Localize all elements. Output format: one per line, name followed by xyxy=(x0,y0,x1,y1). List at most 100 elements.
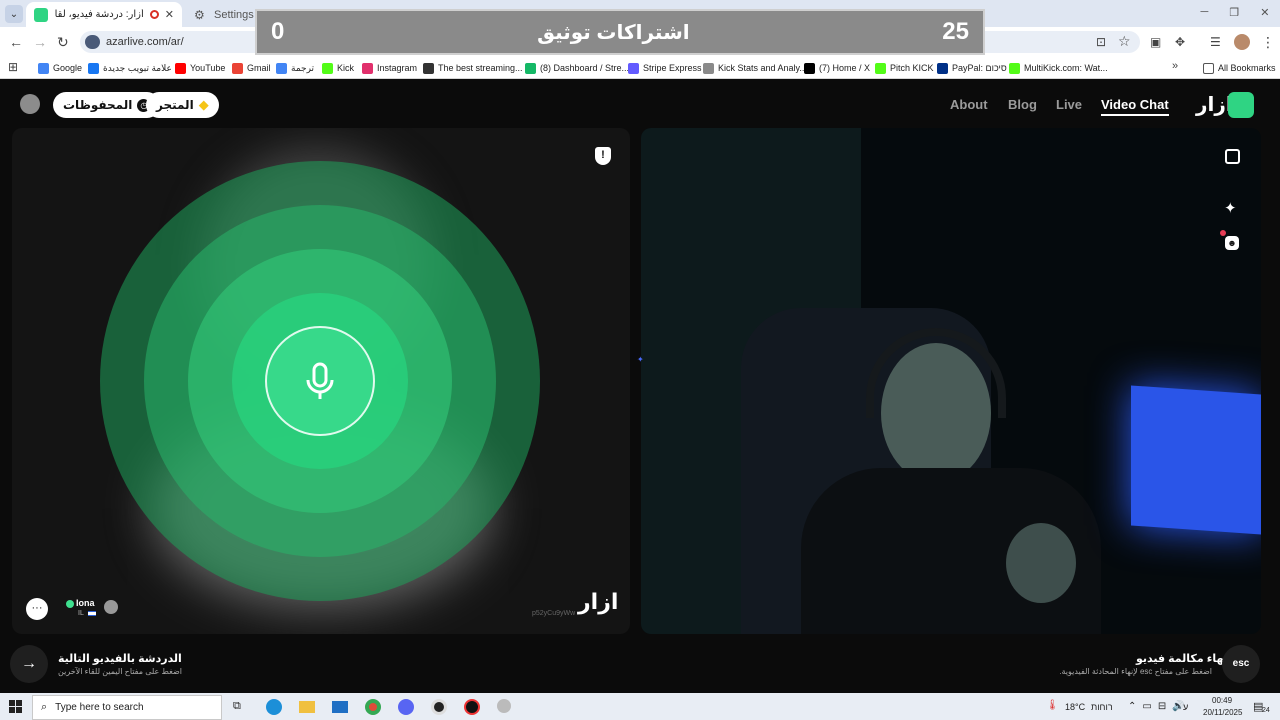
bookmark-item[interactable]: YouTube xyxy=(175,60,225,76)
azar-watermark: ازار xyxy=(578,589,619,614)
file-explorer-icon[interactable] xyxy=(299,701,315,713)
clock-time[interactable]: 00:49 xyxy=(1212,696,1232,705)
bookmark-item[interactable]: Kick Stats and Analy... xyxy=(703,60,807,76)
folder-icon xyxy=(1203,62,1214,74)
bookmark-item[interactable]: Instagram xyxy=(362,60,417,76)
next-chat-button[interactable]: → xyxy=(10,645,48,683)
app-icon[interactable] xyxy=(464,699,480,715)
extension-icon[interactable]: ▣ xyxy=(1150,35,1161,49)
person-hand xyxy=(1006,523,1076,603)
nav-about[interactable]: About xyxy=(950,97,988,112)
bookmark-favicon-icon xyxy=(423,62,434,74)
bookmark-label: YouTube xyxy=(190,63,226,73)
app-icon-2[interactable] xyxy=(497,699,511,713)
bookmark-favicon-icon xyxy=(875,62,886,74)
close-tab-icon[interactable]: ✕ xyxy=(165,8,174,21)
remote-code: p52yCu9yWw xyxy=(532,610,576,617)
sticker-face-icon[interactable]: ☻ xyxy=(1225,236,1239,250)
weather-icon: 🌡 xyxy=(1046,700,1059,711)
tab-azar[interactable]: أزار: دردشة فيديو، لقاء الأصدقاء ✕ xyxy=(26,2,182,27)
bookmark-favicon-icon xyxy=(628,62,639,74)
esc-button[interactable]: esc xyxy=(1222,645,1260,683)
bookmark-item[interactable]: MultiKick.com: Wat... xyxy=(1009,60,1108,76)
end-call-subtitle: اضغط على مفتاح esc لإنهاء المحادثة الفيد… xyxy=(1059,667,1212,676)
bookmark-item[interactable]: (7) Home / X xyxy=(804,60,870,76)
bookmark-label: Stripe Express xyxy=(643,63,702,73)
all-bookmarks-button[interactable]: All Bookmarks xyxy=(1203,60,1276,76)
exit-fullscreen-icon[interactable] xyxy=(1225,149,1240,164)
end-call-title: إنهاء مكالمة فيديو xyxy=(1136,653,1232,665)
bookmark-label: Google xyxy=(53,63,83,73)
azar-logo-icon[interactable] xyxy=(1228,92,1254,118)
bookmark-label: Pitch KICK xyxy=(890,63,934,73)
bookmark-item[interactable]: The best streaming... xyxy=(423,60,523,76)
edge-icon[interactable] xyxy=(266,699,282,715)
bookmark-favicon-icon xyxy=(38,62,49,74)
nav-blog[interactable]: Blog xyxy=(1008,97,1037,112)
minimize-icon[interactable]: ─ xyxy=(1201,6,1209,19)
bookmark-favicon-icon xyxy=(88,62,99,74)
tab-title: أزار: دردشة فيديو، لقاء الأصدقاء xyxy=(54,9,144,20)
bookmark-label: Kick Stats and Analy... xyxy=(718,63,807,73)
nav-live[interactable]: Live xyxy=(1056,97,1082,112)
obs-icon[interactable] xyxy=(431,699,447,715)
profile-avatar[interactable] xyxy=(1234,34,1250,50)
back-icon[interactable]: ← xyxy=(9,35,23,49)
weather-label[interactable]: רוחות xyxy=(1091,702,1113,712)
saved-button[interactable]: المحفوظات ◷ xyxy=(53,92,161,118)
discord-icon[interactable] xyxy=(398,699,414,715)
overlay-title: اشتراكات توثيق xyxy=(537,21,690,44)
maximize-icon[interactable]: ❐ xyxy=(1229,6,1239,19)
user-avatar[interactable] xyxy=(20,94,40,114)
reading-list-icon[interactable]: ☰ xyxy=(1210,35,1221,49)
microphone-button[interactable] xyxy=(265,326,375,436)
chat-bubble-button[interactable]: ··· xyxy=(26,598,48,620)
effects-sparkle-icon[interactable]: ✦ xyxy=(1224,199,1237,217)
close-window-icon[interactable]: ✕ xyxy=(1260,6,1269,19)
taskbar-search-box[interactable]: ⌕ Type here to search xyxy=(32,695,222,720)
shop-label: المتجر xyxy=(156,98,194,112)
reload-icon[interactable]: ↻ xyxy=(57,35,69,49)
bookmark-item[interactable]: Stripe Express xyxy=(628,60,702,76)
apps-grid-icon[interactable]: ⊞ xyxy=(8,60,18,74)
language-indicator[interactable]: ע xyxy=(1183,702,1188,712)
bookmark-item[interactable]: PayPal: סיכום xyxy=(937,60,1007,76)
overlay-left-count: 0 xyxy=(271,18,285,45)
bookmark-label: PayPal: סיכום xyxy=(952,63,1007,73)
bookmark-item[interactable]: علامة تبويب جديدة xyxy=(88,60,172,76)
chrome-icon[interactable] xyxy=(365,699,381,715)
bookmark-item[interactable]: ترجمة xyxy=(276,60,314,76)
bookmark-favicon-icon xyxy=(804,62,815,74)
bookmark-item[interactable]: (8) Dashboard / Stre... xyxy=(525,60,629,76)
menu-icon[interactable]: ⋮ xyxy=(1261,35,1275,49)
nav-video-chat[interactable]: Video Chat xyxy=(1101,97,1169,116)
forward-icon[interactable]: → xyxy=(33,35,47,49)
search-placeholder: Type here to search xyxy=(55,702,144,713)
notification-dot xyxy=(1220,230,1226,236)
tray-icons[interactable]: ⌃▭⊟🔊 xyxy=(1128,701,1191,712)
bookmark-label: MultiKick.com: Wat... xyxy=(1024,63,1108,73)
bookmark-favicon-icon xyxy=(175,62,186,74)
site-info-icon[interactable] xyxy=(85,35,100,49)
tab-search-button[interactable]: ⌄ xyxy=(5,5,23,23)
bookmark-item[interactable]: Gmail xyxy=(232,60,271,76)
report-shield-icon[interactable]: ! xyxy=(595,147,611,165)
bookmarks-overflow-icon[interactable]: » xyxy=(1172,60,1178,72)
install-app-icon[interactable]: ⊡ xyxy=(1096,35,1106,49)
clock-date[interactable]: 20/11/2025 xyxy=(1203,708,1242,717)
crosshair-marker: ✦ xyxy=(637,355,644,364)
profile-icon[interactable] xyxy=(104,600,118,614)
windows-start-icon[interactable] xyxy=(9,700,22,713)
subscriptions-overlay: 0 اشتراكات توثيق 25 xyxy=(255,9,985,55)
shop-button[interactable]: المتجر ◆ xyxy=(146,92,219,118)
extensions-puzzle-icon[interactable]: ✥ xyxy=(1175,35,1185,49)
bookmark-item[interactable]: Kick xyxy=(322,60,354,76)
bookmark-favicon-icon xyxy=(525,62,536,74)
mail-icon[interactable] xyxy=(332,701,348,713)
bookmark-item[interactable]: Pitch KICK xyxy=(875,60,934,76)
task-view-icon[interactable]: ⧉ xyxy=(233,700,241,713)
weather-temp[interactable]: 18°C xyxy=(1065,702,1085,712)
star-icon[interactable]: ☆ xyxy=(1118,34,1131,48)
bookmark-item[interactable]: Google xyxy=(38,60,82,76)
bookmark-favicon-icon xyxy=(1009,62,1020,74)
